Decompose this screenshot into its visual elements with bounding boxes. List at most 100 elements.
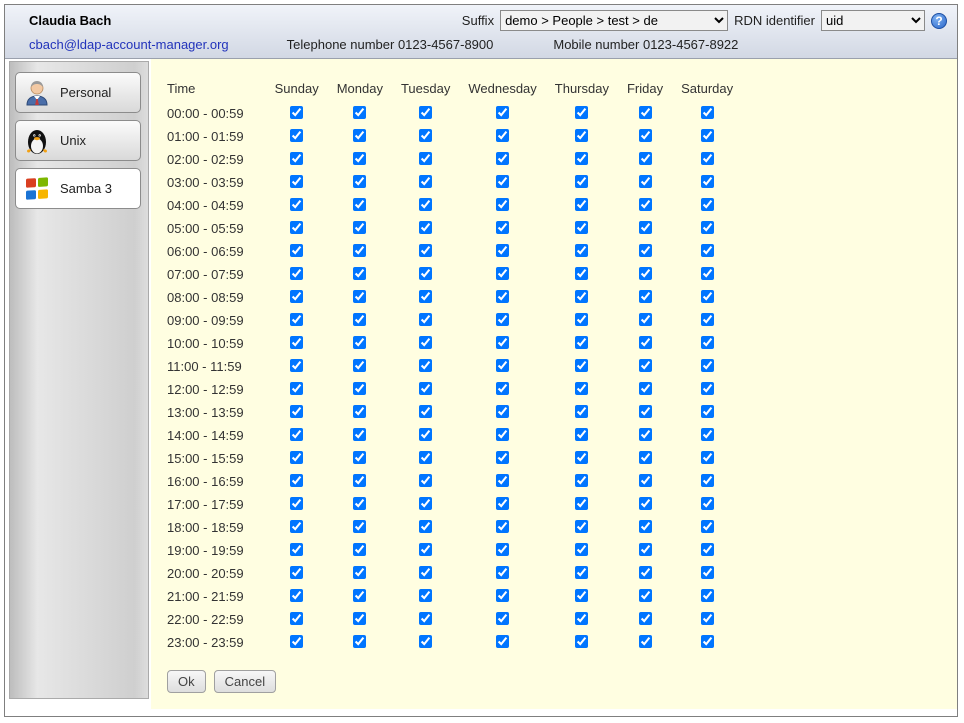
help-icon[interactable]: ?: [931, 13, 947, 29]
timeslot-checkbox-saturday[interactable]: [701, 129, 714, 142]
timeslot-checkbox-tuesday[interactable]: [419, 267, 432, 280]
timeslot-checkbox-wednesday[interactable]: [496, 382, 509, 395]
timeslot-checkbox-friday[interactable]: [639, 198, 652, 211]
timeslot-checkbox-thursday[interactable]: [575, 267, 588, 280]
timeslot-checkbox-friday[interactable]: [639, 589, 652, 602]
timeslot-checkbox-friday[interactable]: [639, 405, 652, 418]
timeslot-checkbox-tuesday[interactable]: [419, 129, 432, 142]
timeslot-checkbox-friday[interactable]: [639, 428, 652, 441]
timeslot-checkbox-wednesday[interactable]: [496, 359, 509, 372]
timeslot-checkbox-sunday[interactable]: [290, 313, 303, 326]
timeslot-checkbox-saturday[interactable]: [701, 497, 714, 510]
timeslot-checkbox-tuesday[interactable]: [419, 382, 432, 395]
timeslot-checkbox-friday[interactable]: [639, 635, 652, 648]
timeslot-checkbox-sunday[interactable]: [290, 198, 303, 211]
timeslot-checkbox-monday[interactable]: [353, 566, 366, 579]
timeslot-checkbox-tuesday[interactable]: [419, 589, 432, 602]
timeslot-checkbox-monday[interactable]: [353, 497, 366, 510]
timeslot-checkbox-tuesday[interactable]: [419, 244, 432, 257]
timeslot-checkbox-saturday[interactable]: [701, 106, 714, 119]
timeslot-checkbox-wednesday[interactable]: [496, 566, 509, 579]
timeslot-checkbox-sunday[interactable]: [290, 635, 303, 648]
timeslot-checkbox-thursday[interactable]: [575, 313, 588, 326]
timeslot-checkbox-monday[interactable]: [353, 474, 366, 487]
timeslot-checkbox-sunday[interactable]: [290, 428, 303, 441]
timeslot-checkbox-tuesday[interactable]: [419, 405, 432, 418]
timeslot-checkbox-wednesday[interactable]: [496, 428, 509, 441]
timeslot-checkbox-saturday[interactable]: [701, 221, 714, 234]
timeslot-checkbox-tuesday[interactable]: [419, 198, 432, 211]
timeslot-checkbox-saturday[interactable]: [701, 175, 714, 188]
timeslot-checkbox-sunday[interactable]: [290, 336, 303, 349]
timeslot-checkbox-wednesday[interactable]: [496, 520, 509, 533]
rdn-identifier-select[interactable]: uid: [821, 10, 925, 31]
timeslot-checkbox-tuesday[interactable]: [419, 520, 432, 533]
timeslot-checkbox-monday[interactable]: [353, 382, 366, 395]
timeslot-checkbox-wednesday[interactable]: [496, 635, 509, 648]
timeslot-checkbox-tuesday[interactable]: [419, 428, 432, 441]
timeslot-checkbox-thursday[interactable]: [575, 152, 588, 165]
timeslot-checkbox-sunday[interactable]: [290, 566, 303, 579]
timeslot-checkbox-tuesday[interactable]: [419, 451, 432, 464]
timeslot-checkbox-saturday[interactable]: [701, 244, 714, 257]
timeslot-checkbox-friday[interactable]: [639, 336, 652, 349]
timeslot-checkbox-monday[interactable]: [353, 175, 366, 188]
ok-button[interactable]: Ok: [167, 670, 206, 693]
timeslot-checkbox-thursday[interactable]: [575, 451, 588, 464]
timeslot-checkbox-wednesday[interactable]: [496, 612, 509, 625]
timeslot-checkbox-thursday[interactable]: [575, 244, 588, 257]
timeslot-checkbox-sunday[interactable]: [290, 451, 303, 464]
timeslot-checkbox-sunday[interactable]: [290, 290, 303, 303]
timeslot-checkbox-thursday[interactable]: [575, 612, 588, 625]
timeslot-checkbox-thursday[interactable]: [575, 221, 588, 234]
timeslot-checkbox-wednesday[interactable]: [496, 589, 509, 602]
timeslot-checkbox-tuesday[interactable]: [419, 635, 432, 648]
timeslot-checkbox-friday[interactable]: [639, 267, 652, 280]
timeslot-checkbox-sunday[interactable]: [290, 612, 303, 625]
timeslot-checkbox-monday[interactable]: [353, 129, 366, 142]
timeslot-checkbox-friday[interactable]: [639, 244, 652, 257]
timeslot-checkbox-friday[interactable]: [639, 290, 652, 303]
timeslot-checkbox-monday[interactable]: [353, 152, 366, 165]
timeslot-checkbox-wednesday[interactable]: [496, 129, 509, 142]
timeslot-checkbox-saturday[interactable]: [701, 566, 714, 579]
timeslot-checkbox-thursday[interactable]: [575, 290, 588, 303]
timeslot-checkbox-sunday[interactable]: [290, 359, 303, 372]
timeslot-checkbox-monday[interactable]: [353, 543, 366, 556]
timeslot-checkbox-tuesday[interactable]: [419, 566, 432, 579]
timeslot-checkbox-monday[interactable]: [353, 612, 366, 625]
timeslot-checkbox-monday[interactable]: [353, 589, 366, 602]
timeslot-checkbox-saturday[interactable]: [701, 589, 714, 602]
tab-samba3[interactable]: Samba 3: [15, 168, 141, 209]
tab-personal[interactable]: Personal: [15, 72, 141, 113]
timeslot-checkbox-wednesday[interactable]: [496, 497, 509, 510]
timeslot-checkbox-friday[interactable]: [639, 566, 652, 579]
timeslot-checkbox-monday[interactable]: [353, 451, 366, 464]
timeslot-checkbox-saturday[interactable]: [701, 474, 714, 487]
timeslot-checkbox-thursday[interactable]: [575, 497, 588, 510]
timeslot-checkbox-friday[interactable]: [639, 451, 652, 464]
timeslot-checkbox-friday[interactable]: [639, 520, 652, 533]
timeslot-checkbox-thursday[interactable]: [575, 336, 588, 349]
timeslot-checkbox-tuesday[interactable]: [419, 359, 432, 372]
timeslot-checkbox-saturday[interactable]: [701, 543, 714, 556]
timeslot-checkbox-tuesday[interactable]: [419, 497, 432, 510]
timeslot-checkbox-sunday[interactable]: [290, 474, 303, 487]
timeslot-checkbox-tuesday[interactable]: [419, 313, 432, 326]
timeslot-checkbox-sunday[interactable]: [290, 520, 303, 533]
timeslot-checkbox-saturday[interactable]: [701, 152, 714, 165]
timeslot-checkbox-monday[interactable]: [353, 405, 366, 418]
timeslot-checkbox-tuesday[interactable]: [419, 290, 432, 303]
timeslot-checkbox-thursday[interactable]: [575, 382, 588, 395]
timeslot-checkbox-wednesday[interactable]: [496, 313, 509, 326]
timeslot-checkbox-wednesday[interactable]: [496, 336, 509, 349]
timeslot-checkbox-tuesday[interactable]: [419, 175, 432, 188]
timeslot-checkbox-friday[interactable]: [639, 106, 652, 119]
timeslot-checkbox-monday[interactable]: [353, 290, 366, 303]
timeslot-checkbox-sunday[interactable]: [290, 267, 303, 280]
timeslot-checkbox-tuesday[interactable]: [419, 612, 432, 625]
timeslot-checkbox-saturday[interactable]: [701, 520, 714, 533]
timeslot-checkbox-saturday[interactable]: [701, 290, 714, 303]
timeslot-checkbox-thursday[interactable]: [575, 589, 588, 602]
timeslot-checkbox-wednesday[interactable]: [496, 175, 509, 188]
